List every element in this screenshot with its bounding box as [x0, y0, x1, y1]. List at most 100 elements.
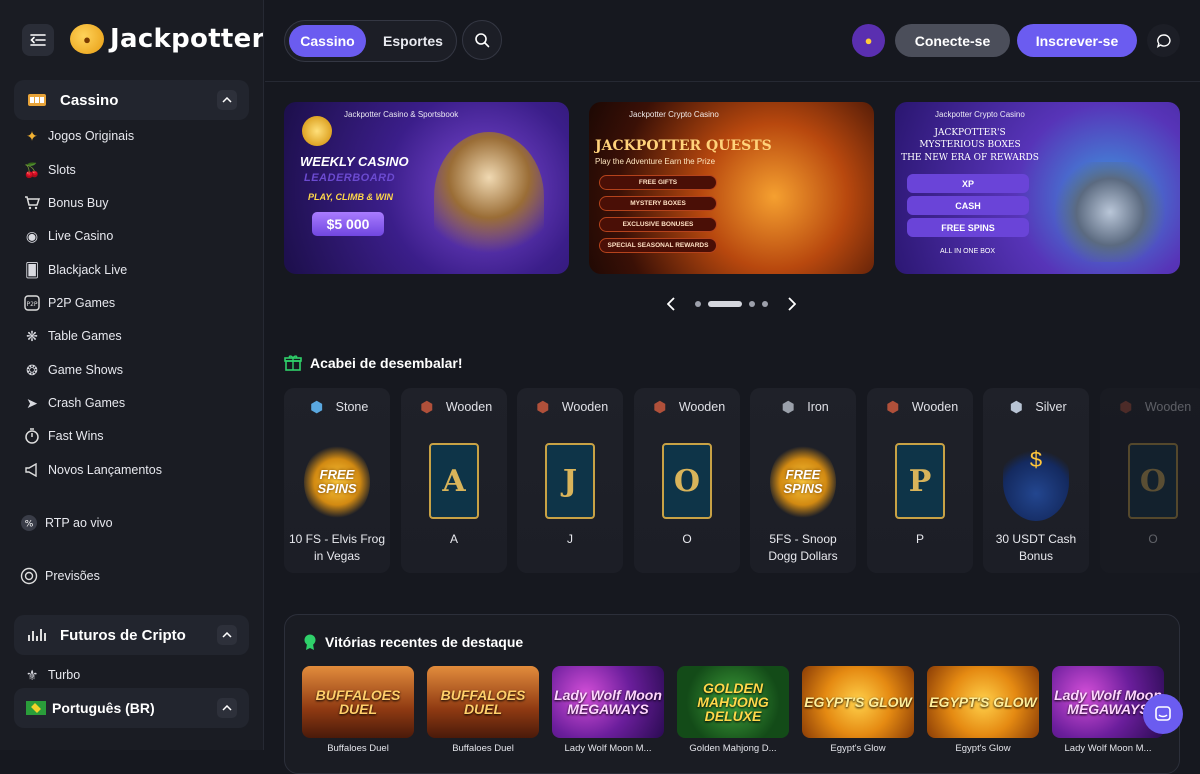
game-tile[interactable]: GOLDEN MAHJONG DELUXE	[677, 666, 789, 738]
sidebar-item-predictions[interactable]: Previsões	[19, 562, 100, 590]
carousel-next-button[interactable]	[782, 294, 802, 314]
banner-brand: Jackpotter Crypto Casino	[629, 110, 719, 119]
casino-section-label: Cassino	[60, 91, 119, 109]
stopwatch-icon	[22, 426, 42, 446]
turbo-icon: ⚜	[25, 666, 39, 683]
banner-subtitle: Play the Adventure Earn the Prize	[595, 157, 716, 166]
top-bar: Cassino Esportes ● Conecte-se Inscrever-…	[265, 0, 1200, 82]
game-name[interactable]: Lady Wolf Moon M...	[1052, 743, 1164, 754]
p2p-icon: P2P	[22, 293, 42, 313]
unboxed-card[interactable]: ⬢ Stone FREE SPINS 10 FS - Elvis Frog in Ve…	[284, 388, 390, 573]
card-tier: ⬢ Wooden	[1100, 396, 1200, 418]
reward-art: O	[662, 443, 712, 519]
tier-label: Wooden	[678, 400, 726, 414]
sidebar-item-crash-games[interactable]: ➤ Crash Games	[22, 389, 125, 417]
banner-title: MYSTERIOUS BOXES	[919, 140, 1021, 150]
crypto-futures-section-header[interactable]: Futuros de Cripto	[14, 615, 249, 655]
svg-text:%: %	[25, 520, 34, 530]
banner-footer: ALL IN ONE BOX	[940, 248, 995, 255]
sidebar-item-slots[interactable]: 🍒 Slots	[22, 156, 76, 184]
login-button[interactable]: Conecte-se	[895, 24, 1010, 57]
sidebar-item-blackjack-live[interactable]: 🂠 Blackjack Live	[22, 256, 127, 284]
game-tile[interactable]: Lady Wolf Moon MEGAWAYS	[552, 666, 664, 738]
chevron-up-icon[interactable]	[217, 90, 237, 110]
sidebar-item-label: Crash Games	[48, 396, 126, 410]
unboxed-card[interactable]: ⬢ Wooden P P	[867, 388, 973, 573]
tier-gem-icon: ⬢	[536, 399, 550, 416]
game-tile[interactable]: EGYPT'S GLOW	[927, 666, 1039, 738]
game-name[interactable]: Egypt's Glow	[927, 743, 1039, 754]
banner-subtitle: THE NEW ERA OF REWARDS	[901, 153, 1039, 163]
casino-section-header[interactable]: Cassino	[14, 80, 249, 120]
carousel-dot[interactable]	[762, 301, 768, 307]
carousel-prev-button[interactable]	[661, 294, 681, 314]
signup-button[interactable]: Inscrever-se	[1017, 24, 1137, 57]
sidebar-item-table-games[interactable]: ❋ Table Games	[22, 322, 122, 350]
collapse-menu-button[interactable]	[22, 24, 54, 56]
sidebar-item-rtp-live[interactable]: % RTP ao vivo	[19, 509, 113, 537]
sidebar-item-label: Game Shows	[48, 363, 124, 377]
game-name[interactable]: Lady Wolf Moon M...	[552, 743, 664, 754]
sidebar-item-label: Slots	[48, 163, 76, 177]
game-name[interactable]: Egypt's Glow	[802, 743, 914, 754]
language-selector[interactable]: Português (BR)	[14, 688, 249, 728]
crypto-futures-label: Futuros de Cripto	[60, 626, 186, 644]
banner-weekly-leaderboard[interactable]: Jackpotter Casino & Sportsbook WEEKLY CA…	[284, 102, 569, 274]
wheel-icon: ❂	[26, 361, 38, 378]
chevron-up-icon[interactable]	[217, 625, 237, 645]
unboxed-card[interactable]: ⬢ Silver $30 USDT Cash Bonus	[983, 388, 1089, 573]
banner-mystery-boxes[interactable]: Jackpotter Crypto Casino JACKPOTTER'S MY…	[895, 102, 1180, 274]
banner-subtitle: LEADERBOARD	[304, 172, 396, 184]
unboxed-card[interactable]: ⬢ Wooden O O	[634, 388, 740, 573]
sidebar-item-new-releases[interactable]: Novos Lançamentos	[22, 456, 162, 484]
sidebar-item-bonus-buy[interactable]: Bonus Buy	[22, 189, 108, 217]
chat-button[interactable]	[1147, 24, 1180, 57]
brand-logo[interactable]: ● Jackpotter	[70, 24, 263, 54]
tier-gem-icon: ⬢	[781, 399, 795, 416]
tab-sports[interactable]: Esportes	[371, 25, 455, 57]
tier-label: Silver	[1035, 400, 1067, 414]
chevron-up-icon[interactable]	[217, 698, 237, 718]
sidebar-item-live-casino[interactable]: ◉ Live Casino	[22, 222, 113, 250]
game-tile[interactable]: BUFFALOES DUEL	[427, 666, 539, 738]
tier-label: Stone	[335, 400, 369, 414]
sidebar-item-label: P2P Games	[48, 296, 116, 310]
sidebar-item-game-shows[interactable]: ❂ Game Shows	[22, 356, 123, 384]
banner-art	[434, 132, 544, 262]
card-tier: ⬢ Iron	[750, 396, 856, 418]
carousel-dot[interactable]	[749, 301, 755, 307]
table-icon: ❋	[26, 327, 38, 344]
banner-brand: Jackpotter Casino & Sportsbook	[344, 110, 459, 119]
support-chat-button[interactable]	[1143, 694, 1183, 734]
game-name[interactable]: Buffaloes Duel	[302, 743, 414, 754]
percent-icon: %	[19, 513, 39, 533]
promo-avatar[interactable]: ●	[852, 24, 885, 57]
language-label: Português (BR)	[52, 700, 155, 716]
reward-art: J	[545, 443, 595, 519]
card-tier: ⬢ Silver	[983, 396, 1089, 418]
sidebar-item-fast-wins[interactable]: Fast Wins	[22, 422, 104, 450]
banner-quests[interactable]: Jackpotter Crypto Casino JACKPOTTER QUES…	[589, 102, 874, 274]
svg-text:P2P: P2P	[26, 301, 37, 308]
sidebar-item-turbo[interactable]: ⚜ Turbo	[22, 661, 80, 689]
banner-pill: MYSTERY BOXES	[599, 196, 717, 211]
unboxed-card[interactable]: ⬢ Wooden J J	[517, 388, 623, 573]
unboxed-card[interactable]: ⬢ Wooden A A	[401, 388, 507, 573]
carousel-dot-active[interactable]	[708, 301, 742, 307]
medal-icon	[304, 634, 316, 650]
sidebar-item-p2p-games[interactable]: P2P P2P Games	[22, 289, 115, 317]
game-tile[interactable]: EGYPT'S GLOW	[802, 666, 914, 738]
unboxed-card[interactable]: ⬢ Iron FREE SPINS 5FS - Snoop Dogg Dollars	[750, 388, 856, 573]
carousel-dot[interactable]	[695, 301, 701, 307]
game-name[interactable]: Buffaloes Duel	[427, 743, 539, 754]
unboxed-card[interactable]: ⬢ Wooden O O	[1100, 388, 1200, 573]
sidebar-item-originals[interactable]: ✦ Jogos Originais	[22, 122, 134, 150]
game-tile[interactable]: BUFFALOES DUEL	[302, 666, 414, 738]
cards-icon: 🂠	[24, 261, 40, 278]
section-title: Vitórias recentes de destaque	[325, 634, 524, 650]
reward-label: 30 USDT Cash Bonus	[995, 532, 1077, 563]
game-name[interactable]: Golden Mahjong D...	[677, 743, 789, 754]
tab-casino[interactable]: Cassino	[289, 25, 366, 57]
search-button[interactable]	[462, 20, 502, 60]
card-tier: ⬢ Wooden	[634, 396, 740, 418]
